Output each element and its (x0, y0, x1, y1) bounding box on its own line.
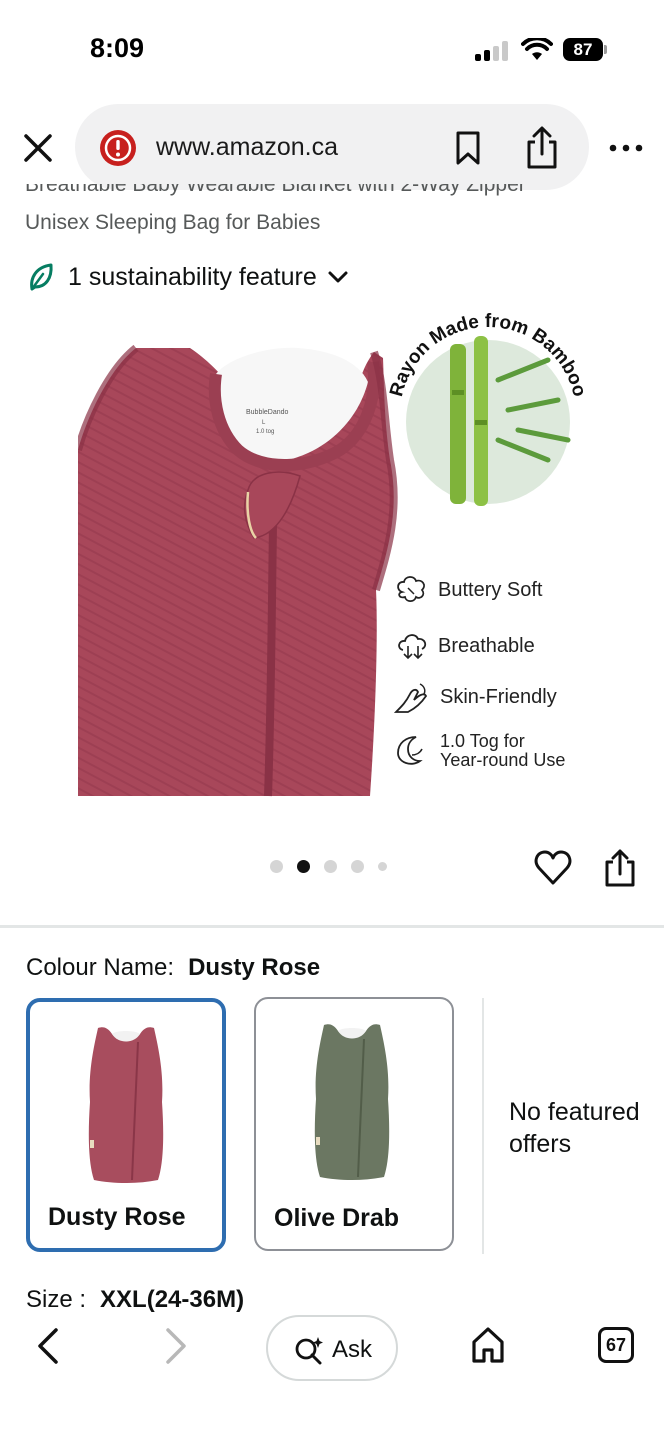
share-icon[interactable] (602, 848, 638, 888)
carousel-dot[interactable] (324, 860, 337, 873)
status-bar: 8:09 87 (0, 0, 664, 100)
colour-option-label: Dusty Rose (48, 1203, 186, 1231)
section-divider (0, 925, 664, 928)
battery-tip (604, 45, 607, 54)
feature-label-tog: 1.0 Tog for Year-round Use (440, 732, 565, 770)
feature-label: Skin-Friendly (440, 686, 557, 708)
hand-icon (394, 683, 428, 713)
ask-sparkle-icon (295, 1337, 323, 1365)
home-icon[interactable] (470, 1326, 506, 1364)
ask-button[interactable]: Ask (266, 1315, 398, 1381)
cotton-icon (397, 576, 425, 603)
carousel-dot[interactable] (351, 860, 364, 873)
colour-name-row: Colour Name: Dusty Rose (26, 954, 320, 982)
sleep-icon (397, 736, 423, 765)
size-value: XXL(24-36M) (100, 1286, 245, 1312)
close-icon[interactable] (18, 128, 58, 168)
battery-icon: 87 (563, 38, 603, 61)
feature-label: Buttery Soft (438, 579, 543, 601)
feature-tog: 1.0 Tog for Year-round Use (394, 732, 565, 770)
svg-text:Rayon Made from Bamboo: Rayon Made from Bamboo (388, 311, 588, 399)
colour-selected-value: Dusty Rose (188, 954, 321, 981)
carousel-dot-active[interactable] (297, 860, 310, 873)
feature-breathable: Breathable (396, 630, 535, 662)
carousel-dots[interactable] (270, 860, 401, 873)
product-title-line-1[interactable]: Breathable Baby Wearable Blanket with 2-… (25, 184, 526, 202)
airflow-icon (398, 634, 427, 660)
colour-option-dusty-rose[interactable]: Dusty Rose (26, 998, 226, 1252)
sustainability-feature-toggle[interactable]: 1 sustainability feature (28, 260, 349, 294)
back-icon[interactable] (30, 1326, 66, 1366)
size-label: Size : (26, 1286, 87, 1312)
feature-skin-friendly: Skin-Friendly (394, 680, 557, 714)
status-time: 8:09 (90, 33, 145, 63)
share-icon[interactable] (522, 126, 562, 170)
more-icon[interactable] (608, 138, 644, 158)
cellular-signal-icon (475, 41, 509, 61)
bamboo-badge: Rayon Made from Bamboo (388, 311, 588, 399)
product-title-line-2[interactable]: Unisex Sleeping Bag for Babies (25, 211, 320, 235)
olive-drab-thumbnail (314, 1024, 390, 1180)
bamboo-badge-text: Rayon Made from Bamboo (388, 311, 588, 399)
chevron-down-icon (328, 271, 348, 283)
dusty-rose-thumbnail (88, 1027, 164, 1183)
url-text[interactable]: www.amazon.ca (156, 133, 338, 162)
carousel-dot[interactable] (378, 862, 387, 871)
feature-label-line-1: 1.0 Tog for (440, 731, 525, 751)
bookmark-icon[interactable] (452, 130, 484, 166)
size-row[interactable]: Size : XXL(24-36M) (26, 1286, 244, 1312)
leaf-icon (30, 263, 53, 291)
no-featured-offers: No featured offers (509, 1098, 640, 1158)
forward-icon[interactable] (158, 1326, 194, 1366)
garment-tag-tog: 1.0 tog (256, 429, 274, 435)
feature-buttery-soft: Buttery Soft (394, 574, 543, 606)
colour-option-label: Olive Drab (274, 1204, 400, 1232)
ask-label: Ask (332, 1336, 373, 1363)
site-warning-icon[interactable] (98, 128, 138, 168)
colour-option-olive-drab[interactable]: Olive Drab (254, 997, 454, 1251)
vertical-divider (482, 998, 484, 1254)
colour-label: Colour Name: (26, 954, 175, 981)
feature-label: Breathable (438, 635, 535, 657)
heart-icon[interactable] (533, 848, 573, 888)
tabs-icon[interactable]: 67 (598, 1327, 634, 1363)
carousel-dot[interactable] (270, 860, 283, 873)
wifi-icon (521, 38, 553, 60)
garment-tag-brand: BubbleDando (246, 409, 289, 416)
feature-label-line-2: Year-round Use (440, 750, 566, 770)
sustainability-label: 1 sustainability feature (68, 262, 317, 291)
